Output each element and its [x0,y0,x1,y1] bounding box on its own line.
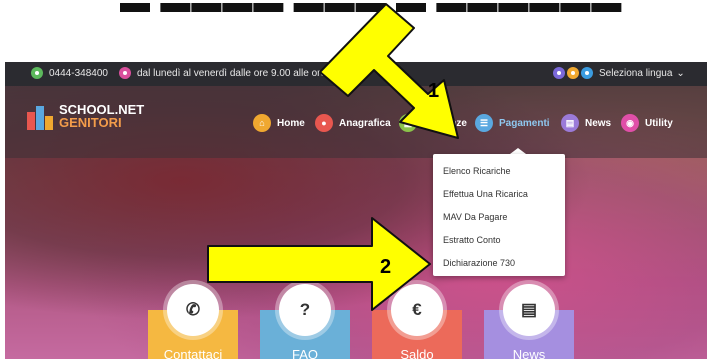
nav-news[interactable]: ▤ News [561,114,611,132]
list-icon: ☰ [475,114,493,132]
question-icon: ? [279,284,331,336]
nav-anagrafica-label: Anagrafica [339,117,391,129]
user-icon: ● [315,114,333,132]
main-navbar: SCHOOL.NET GENITORI ⌂ Home ● Anagrafica … [5,86,707,158]
cropped-heading: ▬ ▬▬▬▬ ▬▬▬ ▬ ▬▬▬▬▬▬ [0,0,711,60]
phone-icon: ✆ [167,284,219,336]
language-label: Seleziona lingua [599,67,673,79]
menu-item-estratto-conto[interactable]: Estratto Conto [443,235,501,245]
website-screenshot: 0444-348400 dal lunedì al venerdì dalle … [5,62,707,359]
site-logo[interactable]: SCHOOL.NET GENITORI [27,102,144,130]
language-flag-icon [567,67,579,79]
menu-item-elenco-ricariche[interactable]: Elenco Ricariche [443,166,511,176]
newspaper-icon: ▤ [503,284,555,336]
nav-presenze[interactable]: ▦ Presenze [399,114,467,132]
language-flag-icon [553,67,565,79]
hours-text: dal lunedì al venerdì dalle ore 9.00 all… [137,67,354,79]
nav-home-label: Home [277,117,305,129]
annotation-number-2: 2 [380,256,392,278]
home-icon: ⌂ [253,114,271,132]
nav-pagamenti-label: Pagamenti [499,117,550,129]
top-info-bar: 0444-348400 dal lunedì al venerdì dalle … [5,62,707,86]
nav-pagamenti[interactable]: ☰ Pagamenti [475,114,550,132]
nav-home[interactable]: ⌂ Home [253,114,305,132]
menu-item-mav-da-pagare[interactable]: MAV Da Pagare [443,212,507,222]
chevron-down-icon: ⌄ [676,67,685,79]
pagamenti-dropdown-menu: Elenco Ricariche Effettua Una Ricarica M… [433,154,565,276]
eye-icon: ◉ [621,114,639,132]
tile-faq-label: FAQ [291,347,318,359]
tile-news-label: News [512,347,546,359]
menu-item-effettua-ricarica[interactable]: Effettua Una Ricarica [443,189,528,199]
phone-icon [31,67,43,79]
tile-contattaci-label: Contattaci [163,347,223,359]
logo-bars-icon [27,102,55,130]
newspaper-icon: ▤ [561,114,579,132]
language-selector[interactable]: Seleziona lingua ⌄ [553,67,685,79]
annotation-number-1: 1 [428,80,440,102]
cropped-heading-glyphs: ▬ ▬▬▬▬ ▬▬▬ ▬ ▬▬▬▬▬▬ [120,0,623,19]
nav-news-label: News [585,117,612,129]
nav-anagrafica[interactable]: ● Anagrafica [315,114,391,132]
tile-saldo-label: Saldo [400,347,434,359]
nav-presenze-label: Presenze [423,117,467,129]
euro-icon: € [391,284,443,336]
logo-line2: GENITORI [59,115,122,130]
language-flag-icon [581,67,593,79]
calendar-icon: ▦ [399,114,417,132]
nav-utility[interactable]: ◉ Utility [621,114,673,132]
menu-item-dichiarazione-730[interactable]: Dichiarazione 730 [443,258,515,268]
hours-info: dal lunedì al venerdì dalle ore 9.00 all… [119,67,354,79]
phone-number: 0444-348400 [49,67,108,79]
phone-info[interactable]: 0444-348400 [31,67,108,79]
clock-icon [119,67,131,79]
nav-utility-label: Utility [645,117,673,129]
